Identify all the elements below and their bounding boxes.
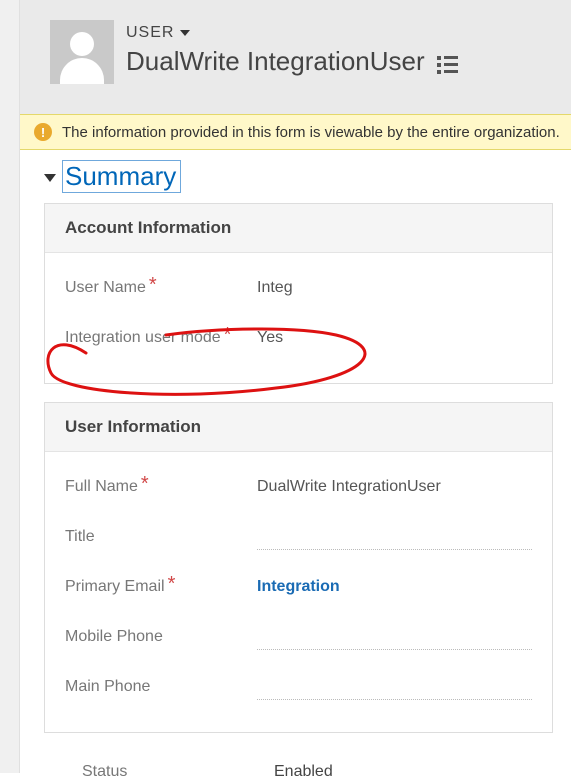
status-row: Status Enabled	[44, 751, 553, 781]
user-info-body: Full Name * DualWrite IntegrationUser Ti…	[45, 452, 552, 732]
page: USER DualWrite IntegrationUser ! The inf…	[20, 0, 571, 773]
integration-mode-label: Integration user mode *	[65, 329, 245, 347]
account-info-body: User Name * Integ Integration user mode …	[45, 253, 552, 383]
collapse-caret-icon	[44, 174, 56, 182]
entity-type-row[interactable]: USER	[126, 24, 458, 42]
email-field: Primary Email * Integration	[65, 564, 532, 614]
fullname-field: Full Name * DualWrite IntegrationUser	[65, 464, 532, 514]
status-label: Status	[82, 763, 262, 781]
required-icon: *	[168, 578, 176, 596]
required-icon: *	[224, 329, 232, 347]
main-phone-field: Main Phone	[65, 664, 532, 714]
form-selector-icon[interactable]	[437, 56, 458, 74]
required-icon: *	[141, 478, 149, 496]
caret-down-icon	[180, 30, 190, 36]
entity-type-label: USER	[126, 24, 174, 42]
warning-icon: !	[34, 123, 52, 141]
integration-mode-field: Integration user mode * Yes	[65, 315, 532, 365]
header-text: USER DualWrite IntegrationUser	[126, 24, 458, 77]
status-value: Enabled	[274, 763, 333, 781]
fullname-value[interactable]: DualWrite IntegrationUser	[257, 478, 532, 500]
mobile-value[interactable]	[257, 628, 532, 650]
user-avatar-icon	[50, 20, 114, 84]
mobile-label: Mobile Phone	[65, 628, 245, 646]
account-info-card: Account Information User Name * Integ In…	[44, 203, 553, 384]
email-label: Primary Email *	[65, 578, 245, 596]
account-info-heading: Account Information	[45, 204, 552, 253]
main-phone-value[interactable]	[257, 678, 532, 700]
form-content: Summary Account Information User Name * …	[20, 150, 571, 781]
user-info-card: User Information Full Name * DualWrite I…	[44, 402, 553, 733]
username-value[interactable]: Integ	[257, 279, 532, 301]
section-title: Summary	[62, 160, 181, 193]
notification-bar[interactable]: ! The information provided in this form …	[20, 114, 571, 150]
main-phone-label: Main Phone	[65, 678, 245, 696]
email-value[interactable]: Integration	[257, 578, 532, 600]
username-field: User Name * Integ	[65, 265, 532, 315]
username-label: User Name *	[65, 279, 245, 297]
mobile-field: Mobile Phone	[65, 614, 532, 664]
notification-text: The information provided in this form is…	[62, 124, 560, 141]
header-title-row: DualWrite IntegrationUser	[126, 46, 458, 77]
required-icon: *	[149, 279, 157, 297]
title-label: Title	[65, 528, 245, 546]
title-value[interactable]	[257, 528, 532, 550]
fullname-label: Full Name *	[65, 478, 245, 496]
record-header: USER DualWrite IntegrationUser	[20, 0, 571, 114]
integration-mode-value[interactable]: Yes	[257, 329, 532, 351]
section-header[interactable]: Summary	[44, 160, 553, 193]
record-title: DualWrite IntegrationUser	[126, 46, 425, 77]
title-field: Title	[65, 514, 532, 564]
left-gutter	[0, 0, 20, 773]
user-info-heading: User Information	[45, 403, 552, 452]
